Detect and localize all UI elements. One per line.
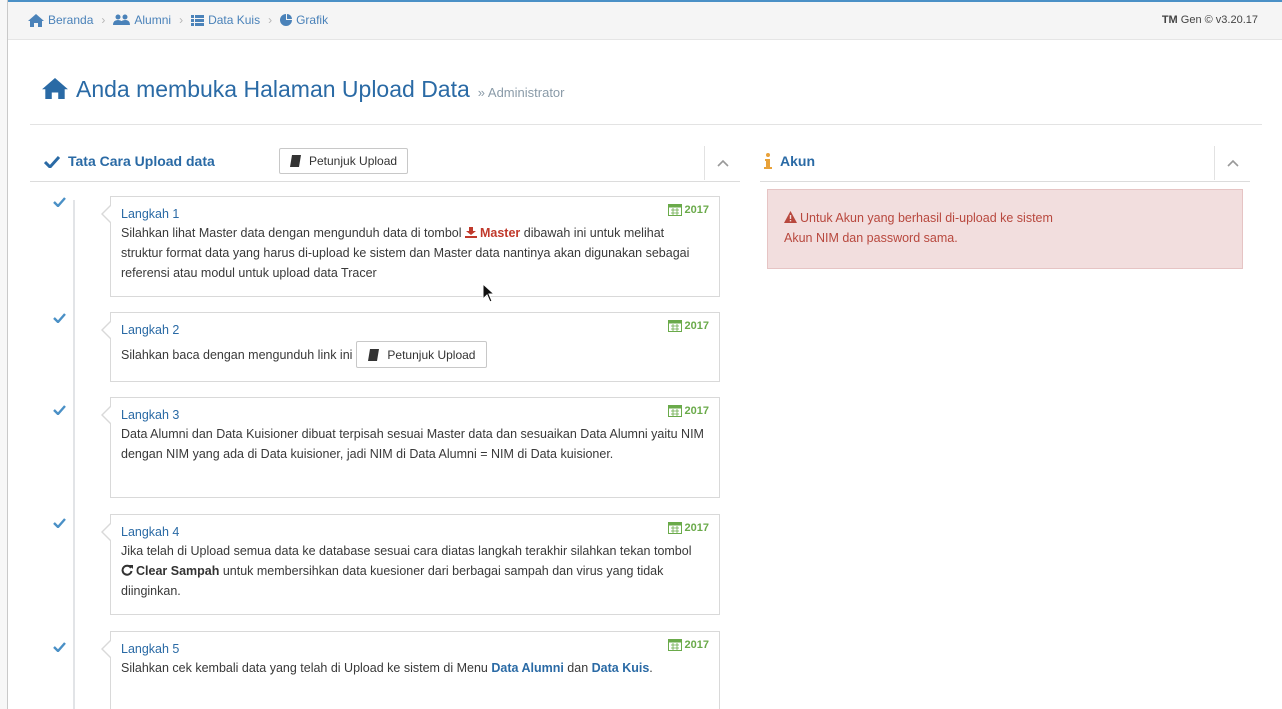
- home-icon: [42, 78, 68, 99]
- breadcrumb-separator: ›: [101, 13, 106, 27]
- timeline-step: Langkah 4 2017 Jika telah di Upload semu…: [101, 514, 720, 615]
- check-icon: [44, 155, 60, 168]
- step-date: 2017: [667, 203, 709, 216]
- calendar-icon: [667, 320, 682, 332]
- step-text: Silahkan baca dengan mengunduh link ini …: [121, 341, 709, 368]
- home-icon: [28, 13, 44, 27]
- page-subtitle: » Administrator: [477, 85, 565, 100]
- collapse-button[interactable]: [1214, 146, 1250, 180]
- timeline-step: Langkah 5 2017 Silahkan cek kembali data…: [101, 631, 720, 709]
- book-icon: [290, 155, 301, 167]
- master-download-link[interactable]: Master: [464, 226, 520, 240]
- calendar-icon: [667, 204, 682, 216]
- warning-icon: [784, 211, 797, 223]
- data-alumni-link[interactable]: Data Alumni: [491, 661, 563, 675]
- breadcrumb-data-kuis[interactable]: Data Kuis: [191, 13, 260, 27]
- step-title: Langkah 4: [121, 525, 180, 539]
- users-icon: [113, 14, 131, 25]
- breadcrumb-separator: ›: [179, 13, 184, 27]
- page-title: Anda membuka Halaman Upload Data: [76, 76, 470, 102]
- clear-sampah-link[interactable]: Clear Sampah: [121, 564, 219, 578]
- breadcrumb-alumni[interactable]: Alumni: [113, 13, 171, 27]
- breadcrumb-separator: ›: [268, 13, 273, 27]
- check-icon: [53, 518, 66, 528]
- petunjuk-upload-button[interactable]: Petunjuk Upload: [279, 148, 409, 174]
- step-text: Silahkan lihat Master data dengan mengun…: [121, 226, 690, 280]
- step-title: Langkah 1: [121, 207, 180, 221]
- account-alert: Untuk Akun yang berhasil di-upload ke si…: [767, 189, 1243, 269]
- step-title: Langkah 3: [121, 408, 180, 422]
- step-date: 2017: [667, 404, 709, 417]
- step-date: 2017: [667, 319, 709, 332]
- refresh-icon: [121, 564, 133, 576]
- akun-title: Akun: [764, 153, 815, 169]
- left-window-edge: [0, 0, 8, 709]
- upload-guide-widget-header: Tata Cara Upload data Petunjuk Upload: [30, 142, 740, 182]
- step-date: 2017: [667, 638, 709, 651]
- header-divider: [30, 124, 1262, 125]
- timeline-step: Langkah 2 2017 Silahkan baca dengan meng…: [101, 312, 720, 382]
- breadcrumb-beranda[interactable]: Beranda: [28, 13, 93, 27]
- akun-widget-header: Akun: [760, 142, 1250, 182]
- check-icon: [53, 197, 66, 207]
- check-icon: [53, 313, 66, 323]
- top-bar: Beranda › Alumni › Data Kuis › Grafik TM…: [8, 0, 1282, 40]
- upload-guide-title: Tata Cara Upload data: [44, 153, 215, 169]
- step-date: 2017: [667, 521, 709, 534]
- book-icon: [368, 348, 380, 361]
- chevron-up-icon: [1226, 159, 1239, 167]
- check-icon: [53, 642, 66, 652]
- step-title: Langkah 2: [121, 323, 180, 337]
- step-text: Jika telah di Upload semua data ke datab…: [121, 544, 692, 598]
- list-icon: [191, 14, 205, 26]
- petunjuk-upload-button[interactable]: Petunjuk Upload: [356, 341, 488, 368]
- breadcrumb: Beranda › Alumni › Data Kuis › Grafik: [28, 13, 328, 27]
- timeline-step: Langkah 1 2017 Silahkan lihat Master dat…: [101, 196, 720, 297]
- timeline-step: Langkah 3 2017 Data Alumni dan Data Kuis…: [101, 397, 720, 498]
- breadcrumb-grafik[interactable]: Grafik: [280, 13, 328, 27]
- version-label: TM Gen © v3.20.17: [1161, 14, 1258, 26]
- calendar-icon: [667, 639, 682, 651]
- step-text: Data Alumni dan Data Kuisioner dibuat te…: [121, 427, 704, 461]
- step-title: Langkah 5: [121, 642, 180, 656]
- page-header: Anda membuka Halaman Upload Data » Admin…: [42, 76, 564, 103]
- download-icon: [464, 227, 477, 238]
- data-kuis-link[interactable]: Data Kuis: [592, 661, 650, 675]
- timeline-line: [73, 200, 75, 709]
- check-icon: [53, 405, 66, 415]
- info-icon: [764, 153, 772, 169]
- collapse-button[interactable]: [704, 146, 740, 180]
- pie-chart-icon: [280, 14, 293, 26]
- step-text: Silahkan cek kembali data yang telah di …: [121, 661, 653, 675]
- mouse-cursor-icon: [482, 283, 496, 303]
- chevron-up-icon: [716, 159, 729, 167]
- calendar-icon: [667, 405, 682, 417]
- calendar-icon: [667, 522, 682, 534]
